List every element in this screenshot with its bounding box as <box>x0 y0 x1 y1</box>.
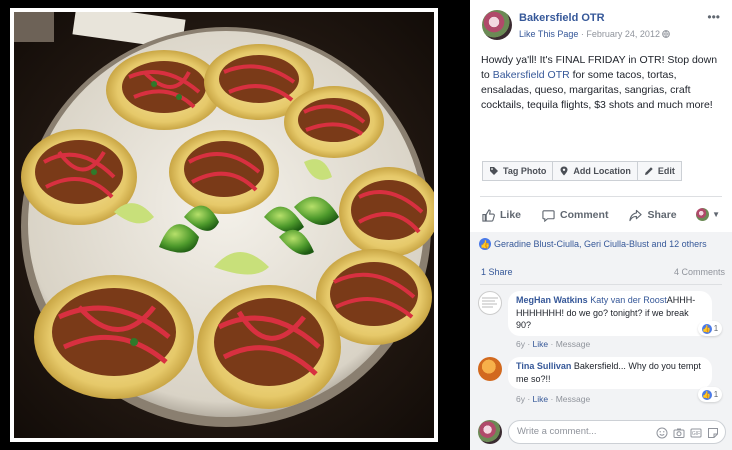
post-meta: Like This Page · February 24, 2012 <box>519 29 671 39</box>
divider <box>480 196 722 197</box>
comment-reactions[interactable]: 👍 1 <box>698 387 722 402</box>
page-avatar[interactable] <box>482 10 512 40</box>
comment-item: MegHan Watkins Katy van der RoostAHHH-HH… <box>478 291 722 353</box>
comment-bubble: MegHan Watkins Katy van der RoostAHHH-HH… <box>508 291 712 336</box>
comment-time[interactable]: 6y <box>516 394 525 404</box>
sticker-icon[interactable] <box>707 427 719 439</box>
edit-button[interactable]: Edit <box>636 161 682 181</box>
like-reaction-icon: 👍 <box>479 238 491 250</box>
like-reaction-icon: 👍 <box>701 323 712 334</box>
comments-count[interactable]: 4 Comments <box>674 267 725 277</box>
comment-reaction-count: 1 <box>713 324 719 333</box>
more-options-icon[interactable]: ••• <box>707 10 720 24</box>
edit-label: Edit <box>657 166 675 176</box>
svg-text:GIF: GIF <box>692 431 700 437</box>
pencil-icon <box>644 166 654 176</box>
tag-photo-button[interactable]: Tag Photo <box>482 161 554 181</box>
comment-item: Tina Sullivan Bakersfield... Why do you … <box>478 357 722 409</box>
add-location-label: Add Location <box>573 166 631 176</box>
share-label: Share <box>647 209 677 221</box>
post-as-selector[interactable]: ▼ <box>696 208 720 221</box>
photo-viewer: Bakersfield OTR Like This Page · Februar… <box>0 0 732 450</box>
post-actions: Like Comment Share ▼ <box>482 205 722 225</box>
photo-pane <box>0 0 470 450</box>
comment-message-link[interactable]: Message <box>556 339 591 349</box>
add-location-button[interactable]: Add Location <box>552 161 638 181</box>
comment-message-link[interactable]: Message <box>556 394 591 404</box>
comment-avatar[interactable] <box>478 291 502 315</box>
comment-input[interactable]: Write a comment... GIF <box>508 420 726 444</box>
like-page-link[interactable]: Like This Page <box>519 29 578 39</box>
reaction-summary[interactable]: 👍 Geradine Blust-Ciulla, Geri Ciulla-Blu… <box>479 238 707 250</box>
tag-photo-label: Tag Photo <box>503 166 547 176</box>
photo-action-row: Tag Photo Add Location Edit <box>482 161 682 181</box>
post-side-panel: Bakersfield OTR Like This Page · Februar… <box>470 0 732 450</box>
comment-input-placeholder: Write a comment... <box>517 426 597 437</box>
page-name-link[interactable]: Bakersfield OTR <box>519 12 605 24</box>
emoji-icon[interactable] <box>656 427 668 439</box>
location-pin-icon <box>559 166 569 176</box>
page-mini-avatar <box>696 208 710 221</box>
comment-bubble: Tina Sullivan Bakersfield... Why do you … <box>508 357 712 389</box>
comment-reaction-count: 1 <box>713 390 719 399</box>
comment-links: 6y · Like · Message <box>516 394 591 404</box>
share-arrow-icon <box>629 209 643 222</box>
composer-icons: GIF <box>651 427 719 439</box>
comment-author[interactable]: MegHan Watkins <box>516 295 588 305</box>
comment-mention[interactable]: Katy van der Roost <box>590 295 667 305</box>
comment-reactions[interactable]: 👍 1 <box>698 321 722 336</box>
like-button[interactable]: Like <box>482 208 522 222</box>
reaction-names: Geradine Blust-Ciulla, Geri Ciulla-Blust… <box>494 239 707 249</box>
comment-links: 6y · Like · Message <box>516 339 591 349</box>
post-date[interactable]: February 24, 2012 <box>586 29 660 39</box>
photo-frame <box>10 8 438 442</box>
post-header: Bakersfield OTR Like This Page · Februar… <box>482 10 722 44</box>
page-tag-link[interactable]: Bakersfield OTR <box>493 69 570 81</box>
comment-label: Comment <box>560 209 609 221</box>
tag-icon <box>489 166 499 176</box>
post-text: Howdy ya'll! It's FINAL FRIDAY in OTR! S… <box>481 53 727 113</box>
tacos-photo[interactable] <box>14 12 434 438</box>
meta-separator: · <box>580 29 584 39</box>
comment-like-link[interactable]: Like <box>533 394 549 404</box>
divider <box>480 284 722 285</box>
like-label: Like <box>500 209 522 221</box>
comment-author[interactable]: Tina Sullivan <box>516 361 571 371</box>
comment-button[interactable]: Comment <box>542 209 608 222</box>
comment-icon <box>542 209 555 222</box>
camera-icon[interactable] <box>673 427 685 439</box>
comment-like-link[interactable]: Like <box>533 339 549 349</box>
gif-icon[interactable]: GIF <box>690 427 702 439</box>
globe-icon <box>662 29 671 39</box>
share-button[interactable]: Share <box>629 209 677 222</box>
composer-avatar <box>478 420 502 444</box>
comment-composer: Write a comment... GIF <box>478 420 726 444</box>
caret-down-icon: ▼ <box>712 210 720 219</box>
shares-count[interactable]: 1 Share <box>481 267 513 277</box>
comment-time[interactable]: 6y <box>516 339 525 349</box>
comment-avatar[interactable] <box>478 357 502 381</box>
comments-area: 👍 Geradine Blust-Ciulla, Geri Ciulla-Blu… <box>470 232 732 450</box>
like-reaction-icon: 👍 <box>701 389 712 400</box>
thumbs-up-icon <box>482 208 495 222</box>
